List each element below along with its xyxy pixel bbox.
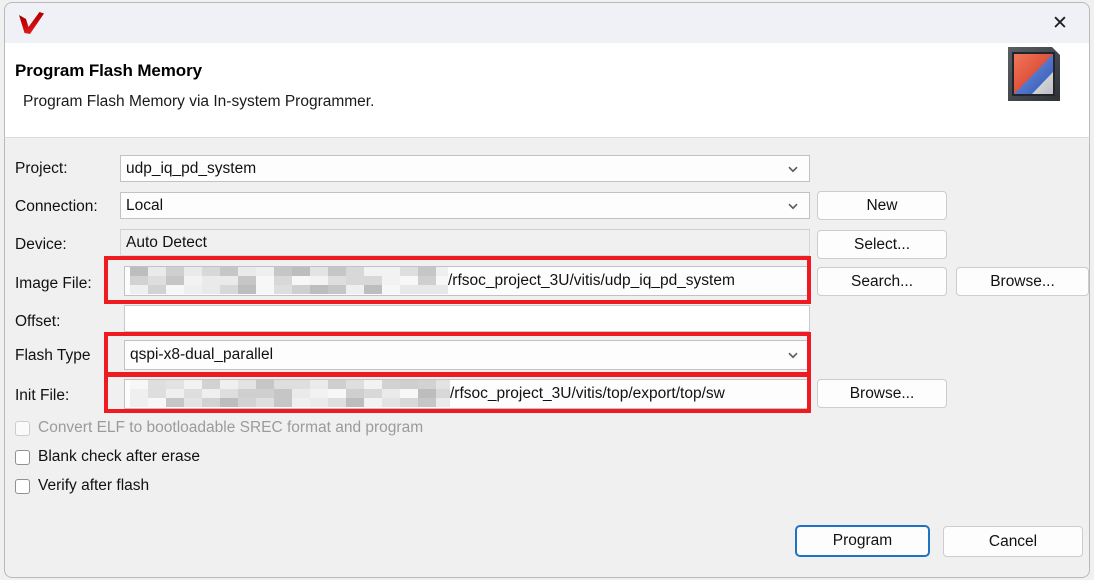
init-file-input[interactable]: /rfsoc_project_3U/vitis/top/export/top/s… xyxy=(124,379,810,409)
checkbox-convert-elf-srec xyxy=(15,420,30,436)
project-label: Project: xyxy=(15,160,68,177)
device-label: Device: xyxy=(15,236,67,253)
project-value: udp_iq_pd_system xyxy=(126,159,257,177)
flash-type-label: Flash Type xyxy=(15,347,91,364)
chevron-down-icon xyxy=(788,166,798,172)
connection-combobox[interactable]: Local xyxy=(120,192,810,219)
page-title: Program Flash Memory xyxy=(15,61,202,80)
option-label: Verify after flash xyxy=(38,477,150,494)
connection-label: Connection: xyxy=(15,198,98,215)
select-device-button[interactable]: Select... xyxy=(817,230,947,259)
dialog-body: Project: udp_iq_pd_system Connection: Lo… xyxy=(4,137,1090,578)
new-connection-button[interactable]: New xyxy=(817,191,947,220)
browse-init-file-button[interactable]: Browse... xyxy=(817,379,947,408)
chevron-down-icon xyxy=(788,352,798,359)
init-file-value: /rfsoc_project_3U/vitis/top/export/top/s… xyxy=(450,385,725,402)
device-value: Auto Detect xyxy=(126,233,207,251)
flash-type-value: qspi-x8-dual_parallel xyxy=(130,346,274,363)
checkbox-verify-after-flash xyxy=(15,478,30,494)
search-image-file-button[interactable]: Search... xyxy=(817,267,947,296)
option-label: Convert ELF to bootloadable SREC format … xyxy=(38,419,424,436)
init-file-label: Init File: xyxy=(15,387,70,404)
offset-label: Offset: xyxy=(15,313,61,330)
dialog-banner: Program Flash Memory Program Flash Memor… xyxy=(4,43,1090,137)
program-flash-memory-dialog: ✕ Program Flash Memory Program Flash Mem… xyxy=(0,0,1094,580)
redacted-path-prefix xyxy=(130,267,448,295)
checkbox-blank-check xyxy=(15,449,30,465)
chevron-down-icon xyxy=(788,203,798,209)
image-file-input[interactable]: /rfsoc_project_3U/vitis/udp_iq_pd_system xyxy=(124,266,810,296)
page-subtitle: Program Flash Memory via In-system Progr… xyxy=(23,93,375,110)
image-file-value: /rfsoc_project_3U/vitis/udp_iq_pd_system xyxy=(448,272,735,289)
title-bar: ✕ xyxy=(4,2,1090,43)
option-label: Blank check after erase xyxy=(38,448,200,465)
close-icon[interactable]: ✕ xyxy=(1037,3,1083,43)
device-field: Auto Detect xyxy=(120,229,810,256)
option-verify-after-flash[interactable]: Verify after flash xyxy=(15,477,149,495)
cancel-button[interactable]: Cancel xyxy=(943,526,1083,557)
option-blank-check-after-erase[interactable]: Blank check after erase xyxy=(15,448,200,466)
offset-input[interactable] xyxy=(124,305,810,332)
image-file-label: Image File: xyxy=(15,275,92,292)
redacted-path-prefix xyxy=(130,380,450,408)
browse-image-file-button[interactable]: Browse... xyxy=(956,267,1089,296)
flash-type-combobox[interactable]: qspi-x8-dual_parallel xyxy=(124,340,810,370)
vitis-checkmark-logo-icon xyxy=(15,9,49,39)
program-button[interactable]: Program xyxy=(795,525,930,557)
project-combobox[interactable]: udp_iq_pd_system xyxy=(120,155,810,182)
flash-memory-banner-icon xyxy=(1007,45,1061,103)
connection-value: Local xyxy=(126,196,164,214)
option-convert-elf-srec[interactable]: Convert ELF to bootloadable SREC format … xyxy=(15,419,423,437)
